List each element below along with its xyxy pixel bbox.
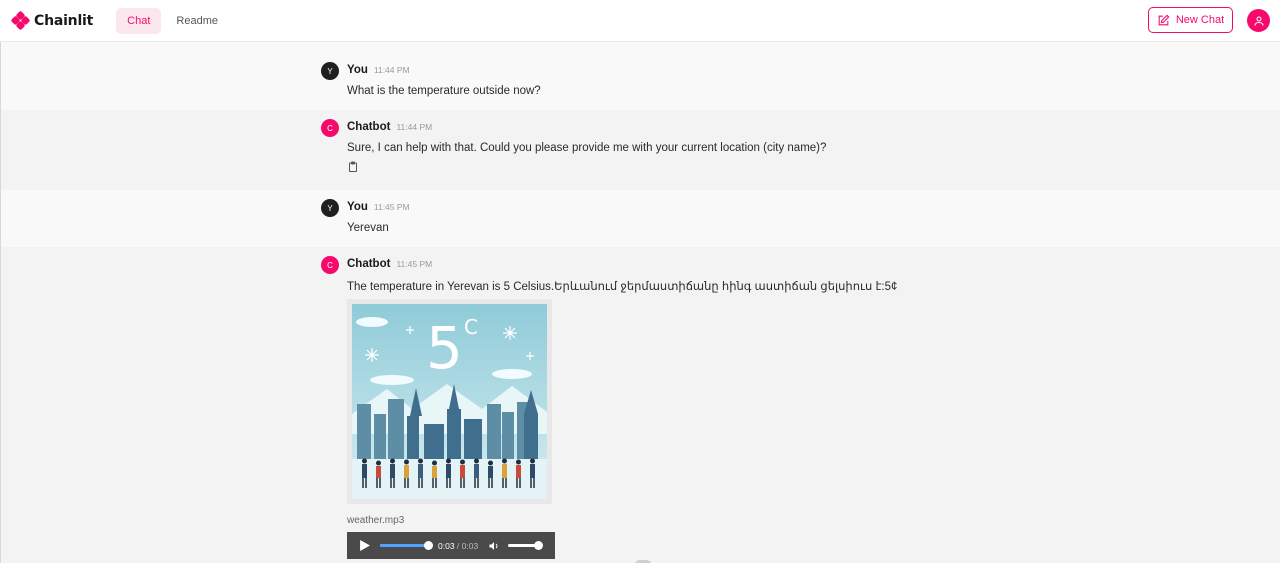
tab-chat[interactable]: Chat: [116, 7, 162, 34]
audio-filename: weather.mp3: [347, 515, 405, 526]
clipboard-icon[interactable]: [347, 161, 359, 173]
message-author: Chatbot 11:45 PM: [347, 258, 433, 270]
message-row: Y You 11:45 PM Yerevan: [1, 190, 1280, 247]
user-icon: [1253, 15, 1264, 26]
audio-time: 0:03 / 0:03: [438, 541, 478, 551]
tab-readme[interactable]: Readme: [165, 8, 229, 34]
volume-slider[interactable]: [508, 541, 543, 550]
volume-knob[interactable]: [533, 541, 543, 550]
user-menu-button[interactable]: [1247, 9, 1270, 32]
message-text: Yerevan: [347, 222, 389, 234]
audio-current-time: 0:03: [438, 540, 455, 551]
play-icon[interactable]: [359, 540, 370, 551]
new-chat-label: New Chat: [1175, 14, 1225, 26]
temperature-unit: C: [464, 315, 478, 339]
chat-thread: Y You 11:44 PM What is the temperature ou…: [0, 42, 1280, 563]
temperature-value: 5: [426, 314, 463, 382]
message-row: C Chatbot 11:45 PM The temperature in Yer…: [1, 247, 1280, 563]
message-text: The temperature in Yerevan is 5 Celsius.…: [347, 281, 898, 293]
message-time: 11:45 PM: [373, 202, 410, 212]
message-row: Y You 11:44 PM What is the temperature ou…: [1, 42, 1280, 110]
audio-progress-slider[interactable]: [380, 541, 433, 550]
message-author: Chatbot 11:44 PM: [347, 121, 433, 133]
message-row: C Chatbot 11:44 PM Sure, I can help with …: [1, 110, 1280, 190]
audio-progress-fill: [380, 544, 428, 547]
audio-duration: 0:03: [461, 540, 479, 551]
avatar: C: [321, 119, 339, 137]
avatar: Y: [321, 62, 339, 80]
weather-image[interactable]: 5 C: [347, 299, 552, 504]
edit-icon: [1158, 14, 1170, 25]
chainlit-logo[interactable]: Chainlit: [10, 10, 94, 30]
top-bar: Chainlit Chat Readme New Chat: [0, 0, 1280, 42]
message-time: 11:45 PM: [396, 259, 433, 269]
audio-progress-knob[interactable]: [423, 541, 433, 550]
message-time: 11:44 PM: [396, 122, 433, 132]
avatar: Y: [321, 199, 339, 217]
avatar: C: [321, 256, 339, 274]
message-author: You 11:45 PM: [347, 201, 410, 213]
message-text: Sure, I can help with that. Could you pl…: [347, 142, 827, 154]
new-chat-button[interactable]: New Chat: [1148, 7, 1233, 33]
volume-icon[interactable]: [488, 540, 500, 552]
weather-illustration: 5 C: [352, 304, 547, 499]
app-name: Chainlit: [34, 12, 94, 29]
message-time: 11:44 PM: [373, 65, 410, 75]
audio-player: 0:03 / 0:03: [347, 532, 555, 559]
audio-time-separator: /: [456, 540, 460, 551]
message-text: What is the temperature outside now?: [347, 85, 541, 97]
logo-icon: [10, 10, 31, 30]
message-author: You 11:44 PM: [347, 64, 410, 76]
